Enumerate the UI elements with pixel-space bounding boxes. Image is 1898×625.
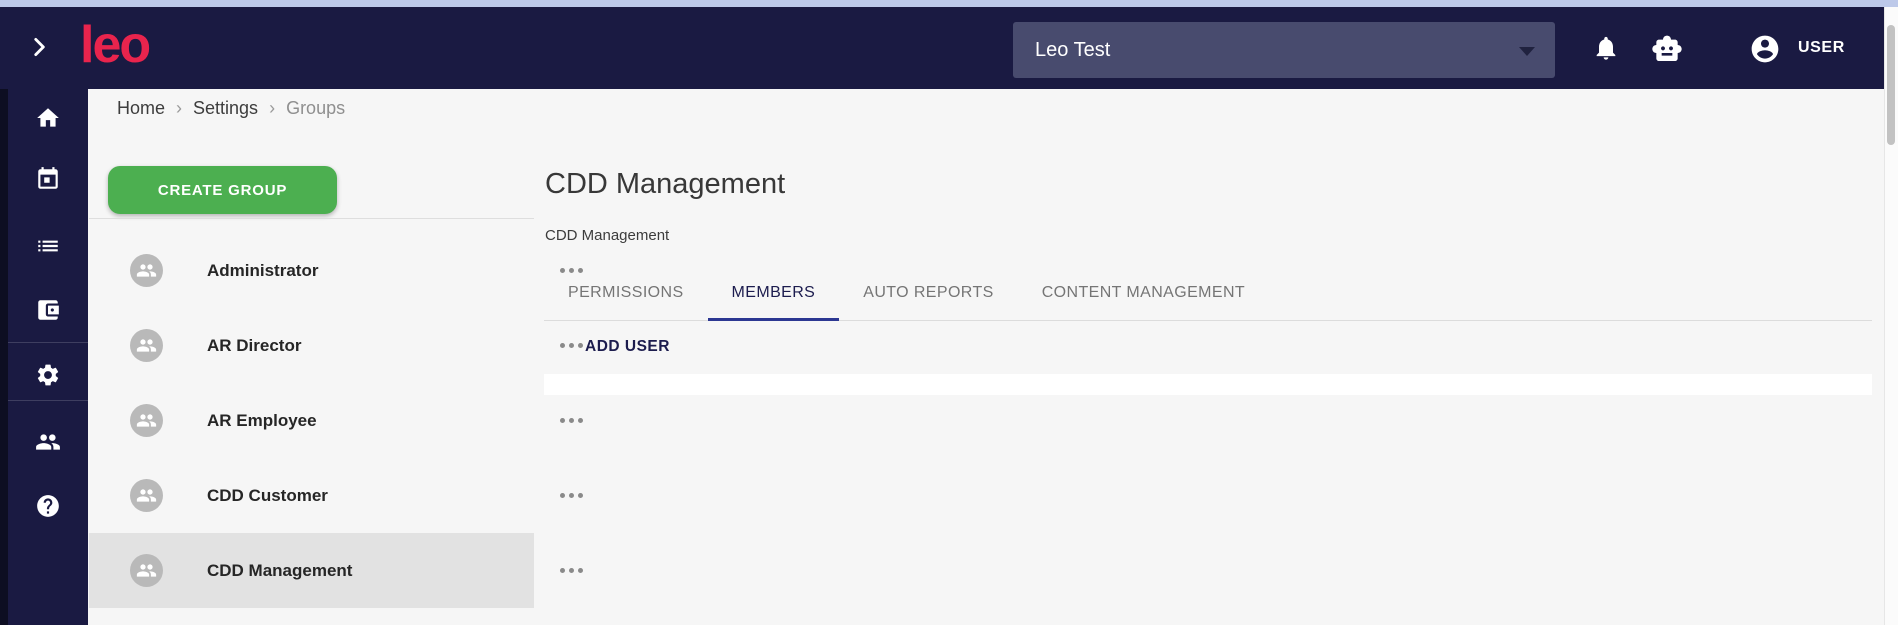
sidebar-item-list[interactable] [8,220,88,272]
group-name: AR Director [207,336,302,355]
people-icon [36,434,60,450]
groups-panel-divider [89,218,534,219]
scrollbar-thumb[interactable] [1887,25,1895,145]
group-avatar-icon [136,414,157,427]
breadcrumb: Home › Settings › Groups [117,95,345,121]
tab-bar: PERMISSIONS MEMBERS AUTO REPORTS CONTENT… [544,266,1872,321]
group-name: CDD Management [207,561,353,580]
group-menu-button[interactable] [560,565,586,575]
notifications-button[interactable] [1592,34,1620,62]
user-menu-label[interactable]: USER [1798,7,1845,89]
list-icon [38,240,58,252]
sidebar-expand-button[interactable] [26,34,52,60]
group-row-cdd-customer[interactable]: CDD Customer [89,458,583,533]
bot-icon [1652,35,1682,61]
settings-icon [37,364,59,386]
add-user-button[interactable]: ADD USER [585,334,670,360]
group-avatar [130,479,163,512]
group-menu-button[interactable] [560,490,586,500]
chevron-right-icon [34,38,45,56]
group-row-ar-director[interactable]: AR Director [89,308,583,383]
group-avatar-icon [136,264,157,277]
app-logo: leo [80,16,151,74]
group-name: AR Employee [207,411,317,430]
workspace-select[interactable]: Leo Test [1013,22,1555,78]
page-subtitle: CDD Management [545,227,670,244]
group-menu-button[interactable] [560,340,586,350]
group-avatar-icon [136,489,157,502]
create-group-button[interactable]: CREATE GROUP [108,166,337,214]
breadcrumb-home[interactable]: Home [117,98,165,119]
top-accent-strip [0,0,1898,7]
assistant-bot-button[interactable] [1651,33,1683,65]
tab-permissions[interactable]: PERMISSIONS [544,266,708,320]
breadcrumb-settings[interactable]: Settings [193,98,258,119]
members-empty-row [544,374,1872,395]
group-avatar [130,254,163,287]
sidebar-item-people[interactable] [8,416,88,468]
notifications-icon [1596,36,1616,60]
app-window: leo Leo Test USER Home › Settings › Grou… [0,0,1898,625]
breadcrumb-separator: › [176,97,183,118]
group-row-cdd-management[interactable]: CDD Management [89,533,583,608]
tab-auto-reports[interactable]: AUTO REPORTS [839,266,1017,320]
group-menu-button[interactable] [560,415,586,425]
sidebar-divider [8,342,88,343]
help-icon [37,495,59,517]
sidebar-divider [8,400,88,401]
group-avatar-icon [136,339,157,352]
group-row-administrator[interactable]: Administrator [89,233,583,308]
sidebar-edge [0,89,8,625]
sidebar-item-calendar[interactable] [8,153,88,205]
sidebar-item-help[interactable] [8,480,88,532]
group-avatar [130,329,163,362]
page-title: CDD Management [545,168,786,200]
tab-content-management[interactable]: CONTENT MANAGEMENT [1018,266,1269,320]
group-avatar-icon [136,564,157,577]
account-icon [1751,35,1779,63]
group-row-ar-employee[interactable]: AR Employee [89,383,583,458]
sidebar-item-settings[interactable] [8,349,88,401]
sidebar-item-home[interactable] [8,92,88,144]
workspace-select-value: Leo Test [1035,39,1111,61]
breadcrumb-separator: › [269,97,276,118]
tab-members[interactable]: MEMBERS [707,266,840,321]
sidebar-item-wallet[interactable] [8,284,88,336]
home-icon [37,108,59,127]
group-name: Administrator [207,261,319,280]
calendar-icon [38,167,58,189]
user-menu-button[interactable] [1749,33,1781,65]
wallet-icon [38,300,59,320]
group-name: CDD Customer [207,486,328,505]
group-avatar [130,404,163,437]
chevron-down-icon [1519,47,1535,56]
breadcrumb-groups: Groups [286,97,346,118]
group-avatar [130,554,163,587]
